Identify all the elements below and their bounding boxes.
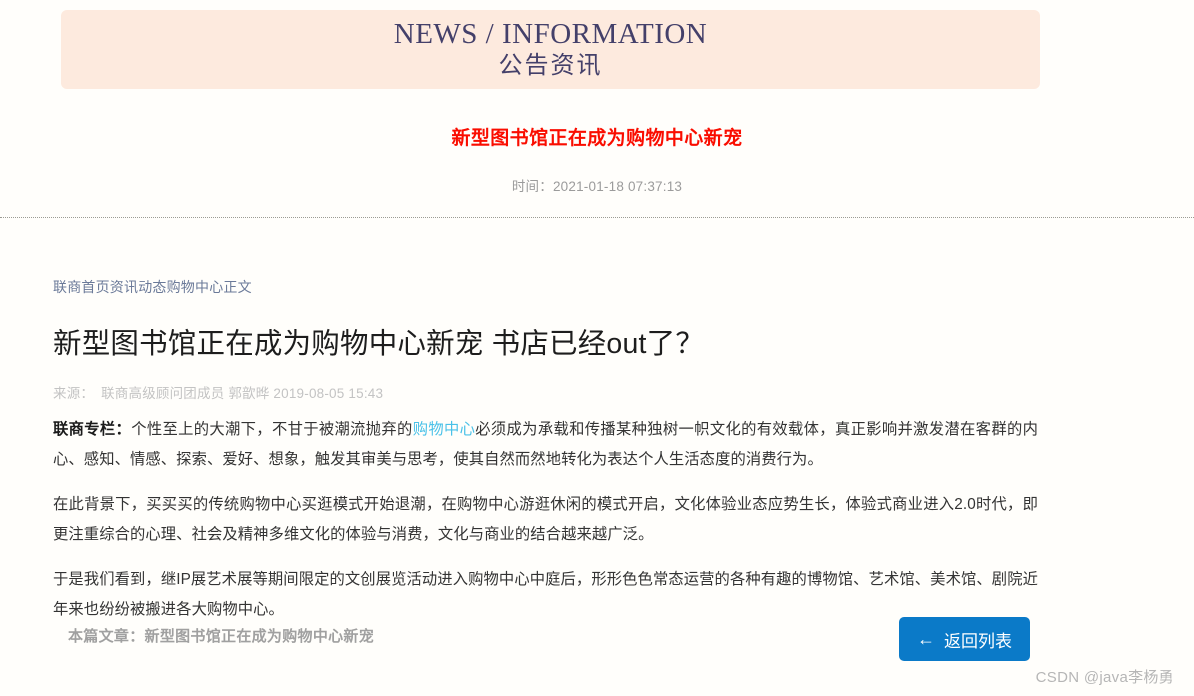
this-article-label: 本篇文章： — [68, 628, 145, 645]
breadcrumb[interactable]: 联商首页资讯动态购物中心正文 — [53, 278, 1053, 298]
post-timestamp: 时间：2021-01-18 07:37:13 — [0, 175, 1194, 195]
banner-chinese-title: 公告资讯 — [498, 53, 603, 80]
post-time-label: 时间： — [511, 178, 553, 194]
banner-english-title: NEWS / INFORMATION — [393, 17, 708, 50]
this-article-title: 新型图书馆正在成为购物中心新宠 — [144, 628, 375, 645]
watermark: CSDN @java李杨勇 — [1035, 669, 1174, 686]
article-heading: 新型图书馆正在成为购物中心新宠 书店已经out了？ — [53, 327, 705, 360]
article-content: 联商首页资讯动态购物中心正文 新型图书馆正在成为购物中心新宠 书店已经out了？… — [53, 278, 1053, 641]
post-header: 新型图书馆正在成为购物中心新宠 时间：2021-01-18 07:37:13 — [0, 126, 1194, 195]
article-meta: 来源： 联商高级顾问团成员 郭歆晔 2019-08-05 15:43 — [53, 382, 1053, 402]
shopping-mall-link[interactable]: 购物中心 — [413, 421, 476, 438]
article-paragraph-1: 联商专栏：个性至上的大潮下，不甘于被潮流抛弃的购物中心必须成为承载和传播某种独树… — [53, 415, 1038, 475]
article-paragraph-2: 在此背景下，买买买的传统购物中心买逛模式开始退潮，在购物中心游逛休闲的模式开启，… — [53, 496, 1038, 544]
back-to-list-label: 返回列表 — [944, 631, 1012, 651]
post-time-value: 2021-01-18 07:37:13 — [552, 178, 683, 194]
arrow-left-icon: ← — [917, 629, 935, 649]
page-title: 新型图书馆正在成为购物中心新宠 — [451, 128, 743, 149]
paragraph-1-before-link: 个性至上的大潮下，不甘于被潮流抛弃的 — [131, 420, 413, 438]
article-date: 2019-08-05 15:43 — [273, 385, 384, 401]
article-source-value: 联商高级顾问团成员 郭歆晔 — [101, 385, 270, 401]
news-banner: NEWS / INFORMATION 公告资讯 — [61, 10, 1040, 89]
paragraph-lead-label: 联商专栏： — [53, 420, 132, 438]
article-source-label: 来源： — [53, 385, 95, 401]
back-to-list-button[interactable]: ← 返回列表 — [899, 617, 1030, 661]
this-article-line: 本篇文章：新型图书馆正在成为购物中心新宠 — [68, 625, 374, 646]
section-divider — [0, 217, 1194, 218]
article-footer: 本篇文章：新型图书馆正在成为购物中心新宠 ← 返回列表 — [0, 612, 1194, 672]
